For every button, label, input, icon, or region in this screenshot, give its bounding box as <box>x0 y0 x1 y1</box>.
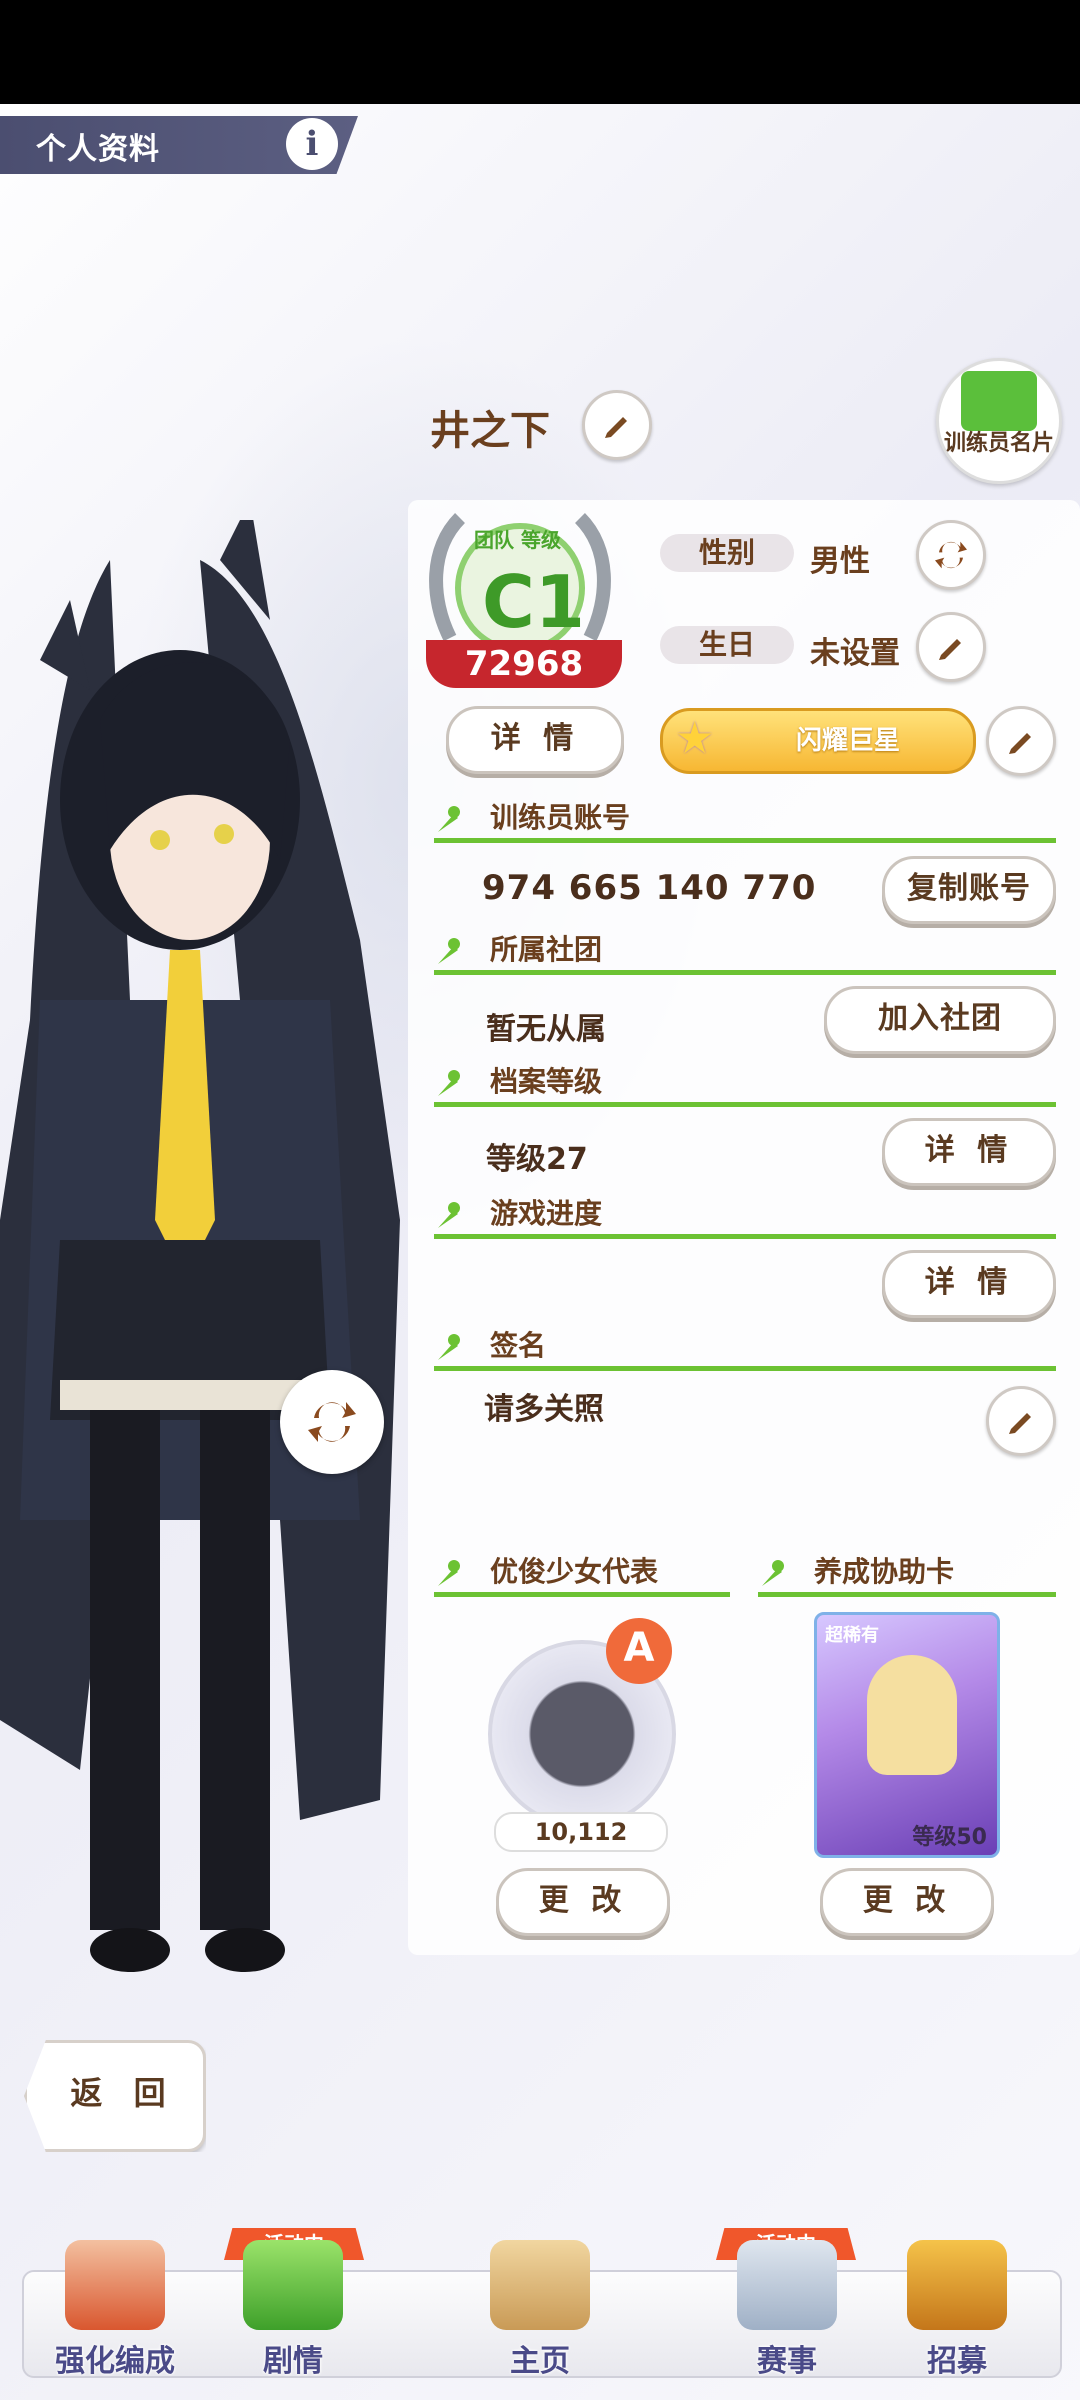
carrot-icon <box>762 1560 784 1586</box>
swap-icon <box>308 1402 356 1442</box>
back-button[interactable]: 返 回 <box>24 2040 206 2152</box>
carrot-icon <box>438 1334 460 1360</box>
edit-signature-button[interactable] <box>986 1386 1056 1456</box>
story-book-icon <box>243 2240 343 2330</box>
edit-title-button[interactable] <box>986 706 1056 776</box>
divider <box>434 1366 1056 1371</box>
change-support-card-button[interactable]: 更 改 <box>820 1868 994 1936</box>
nav-item-team[interactable]: 强化编成 <box>20 2230 210 2380</box>
team-icon <box>65 2240 165 2330</box>
birthday-value: 未设置 <box>810 636 900 671</box>
section-archive-level: 档案等级 <box>434 1064 1056 1107</box>
nav-item-home[interactable]: 主页 <box>445 2230 635 2380</box>
archive-level-value: 等级27 <box>486 1142 588 1177</box>
carrot-icon <box>438 1560 460 1586</box>
pencil-icon <box>605 417 627 438</box>
archive-details-button[interactable]: 详 情 <box>882 1118 1056 1186</box>
nav-item-gacha[interactable]: 招募 <box>862 2230 1052 2380</box>
divider <box>434 970 1056 975</box>
join-club-button[interactable]: 加入社团 <box>824 986 1056 1054</box>
section-title: 签名 <box>490 1329 547 1362</box>
swap-character-button[interactable] <box>280 1370 384 1474</box>
section-title: 训练员账号 <box>490 801 631 834</box>
section-title: 所属社团 <box>490 933 603 966</box>
nav-label: 招募 <box>927 2344 987 2379</box>
divider <box>434 838 1056 843</box>
section-representative: 优俊少女代表 <box>434 1554 730 1597</box>
race-gate-icon <box>737 2240 837 2330</box>
pencil-icon <box>939 639 961 660</box>
support-card-level: 等级50 <box>912 1825 987 1850</box>
status-bar <box>0 0 1080 104</box>
change-representative-button[interactable]: 更 改 <box>496 1868 670 1936</box>
divider <box>434 1234 1056 1239</box>
nav-label: 强化编成 <box>55 2344 175 2379</box>
section-signature: 签名 <box>434 1328 1056 1371</box>
pencil-icon <box>1009 1413 1031 1434</box>
trainer-card-label: 训练员名片 <box>943 431 1054 456</box>
nav-label: 赛事 <box>757 2344 817 2379</box>
home-building-icon <box>490 2240 590 2330</box>
info-button[interactable]: i <box>286 118 338 170</box>
support-card-rarity: 超稀有 <box>825 1625 879 1646</box>
character-illustration <box>0 520 400 1972</box>
section-title: 游戏进度 <box>490 1197 603 1230</box>
id-card-icon <box>961 371 1037 431</box>
section-progress: 游戏进度 <box>434 1196 1056 1239</box>
trainer-id-value: 974 665 140 770 <box>482 868 817 908</box>
club-value: 暂无从属 <box>486 1012 606 1047</box>
section-title: 养成协助卡 <box>814 1555 955 1588</box>
signature-value: 请多关照 <box>484 1392 604 1427</box>
representative-rank: A <box>606 1618 672 1684</box>
carrot-icon <box>438 938 460 964</box>
team-rank-grade: C1 <box>482 560 585 644</box>
nav-label: 主页 <box>510 2344 570 2379</box>
team-rank-label: 团队 等级 <box>474 528 561 552</box>
section-title: 优俊少女代表 <box>490 1555 659 1588</box>
trainer-name: 井之下 <box>430 408 550 454</box>
carrot-icon <box>438 1202 460 1228</box>
section-club: 所属社团 <box>434 932 1056 975</box>
gender-value: 男性 <box>810 544 870 579</box>
support-card-art <box>867 1655 957 1775</box>
support-card[interactable]: 超稀有 等级50 <box>814 1612 1000 1858</box>
star-icon: ★ <box>675 713 715 764</box>
gacha-icon <box>907 2240 1007 2330</box>
title-badge[interactable]: ★ 闪耀巨星 <box>660 708 976 774</box>
copy-id-button[interactable]: 复制账号 <box>882 856 1056 924</box>
progress-details-button[interactable]: 详 情 <box>882 1250 1056 1318</box>
section-support-card: 养成协助卡 <box>758 1554 1056 1597</box>
edit-name-button[interactable] <box>582 390 652 460</box>
divider <box>434 1592 730 1597</box>
page-title: 个人资料 <box>36 132 160 167</box>
edit-birthday-button[interactable] <box>916 612 986 682</box>
change-gender-button[interactable] <box>916 520 986 590</box>
representative-value: 10,112 <box>494 1812 668 1852</box>
nav-item-race[interactable]: 赛事 <box>692 2230 882 2380</box>
divider <box>758 1592 1056 1597</box>
title-badge-text: 闪耀巨星 <box>795 726 900 756</box>
carrot-icon <box>438 806 460 832</box>
nav-label: 剧情 <box>263 2344 323 2379</box>
section-title: 档案等级 <box>490 1065 603 1098</box>
section-trainer-id: 训练员账号 <box>434 800 1056 843</box>
birthday-label: 生日 <box>660 626 794 664</box>
carrot-icon <box>438 1070 460 1096</box>
pencil-icon <box>1009 733 1031 754</box>
divider <box>434 1102 1056 1107</box>
gender-label: 性别 <box>660 534 794 572</box>
trainer-card-button[interactable]: 训练员名片 <box>936 358 1062 484</box>
rank-details-button[interactable]: 详 情 <box>446 706 624 774</box>
nav-item-story[interactable]: 剧情 <box>198 2230 388 2380</box>
team-rank-score: 72968 <box>426 640 622 688</box>
swap-icon <box>935 541 967 569</box>
back-button-label: 返 回 <box>70 2074 176 2112</box>
